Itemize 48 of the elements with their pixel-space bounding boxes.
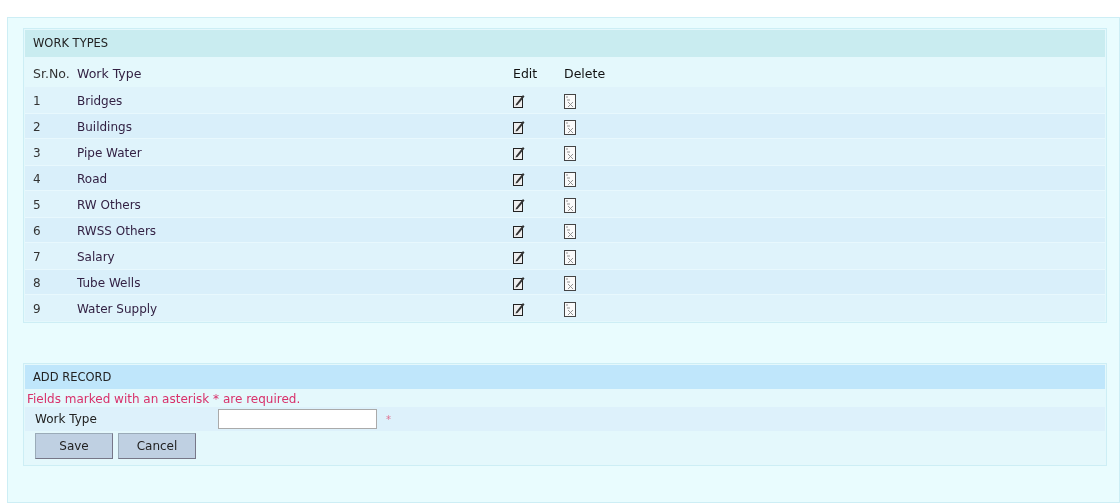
edit-icon[interactable]	[513, 146, 525, 160]
delete-icon[interactable]	[564, 119, 576, 135]
table-cell-text: Road	[77, 171, 109, 186]
column-header: Edit	[513, 64, 539, 81]
delete-icon[interactable]	[564, 301, 576, 317]
edit-icon[interactable]	[513, 250, 525, 264]
delete-icon[interactable]	[564, 171, 576, 187]
delete-icon[interactable]	[564, 93, 576, 109]
field-label: Work Type	[34, 412, 98, 426]
table-cell-text: 1	[32, 93, 42, 108]
table-cell-text: Pipe Water	[77, 145, 143, 160]
required-mark: *	[386, 413, 391, 425]
column-header: Sr.No.	[32, 64, 71, 81]
column-header: Work Type	[77, 64, 143, 81]
table-cell-text: Bridges	[77, 93, 124, 108]
table-cell-text: 7	[32, 249, 42, 264]
cancel-button[interactable]: Cancel	[118, 433, 196, 459]
delete-icon[interactable]	[564, 223, 576, 239]
edit-icon[interactable]	[513, 198, 525, 212]
table-cell-text: Water Supply	[77, 301, 159, 316]
delete-icon[interactable]	[564, 145, 576, 161]
work-type-input[interactable]	[218, 409, 377, 429]
table-cell-text: 3	[32, 145, 42, 160]
edit-icon[interactable]	[513, 172, 525, 186]
panel-title: ADD RECORD	[25, 365, 1105, 389]
table-cell-text: 9	[32, 301, 42, 316]
panel-title: WORK TYPES	[25, 30, 1105, 57]
edit-icon[interactable]	[513, 276, 525, 290]
table-cell-text: 6	[32, 223, 42, 238]
save-button[interactable]: Save	[35, 433, 113, 459]
required-fields-note: Fields marked with an asterisk * are required.	[26, 391, 302, 407]
table-cell-text: Tube Wells	[77, 275, 142, 290]
table-cell-text: 4	[32, 171, 42, 186]
edit-icon[interactable]	[513, 120, 525, 134]
table-cell-text: Salary	[77, 249, 116, 264]
table-cell-text: RWSS Others	[77, 223, 158, 238]
edit-icon[interactable]	[513, 302, 525, 316]
edit-icon[interactable]	[513, 94, 525, 108]
table-cell-text: 8	[32, 275, 42, 290]
table-cell-text: RW Others	[77, 197, 142, 212]
edit-icon[interactable]	[513, 224, 525, 238]
delete-icon[interactable]	[564, 249, 576, 265]
table-cell-text: Buildings	[77, 119, 133, 134]
delete-icon[interactable]	[564, 275, 576, 291]
column-header: Delete	[564, 64, 607, 81]
table-cell-text: 2	[32, 119, 42, 134]
delete-icon[interactable]	[564, 197, 576, 213]
table-cell-text: 5	[32, 197, 42, 212]
